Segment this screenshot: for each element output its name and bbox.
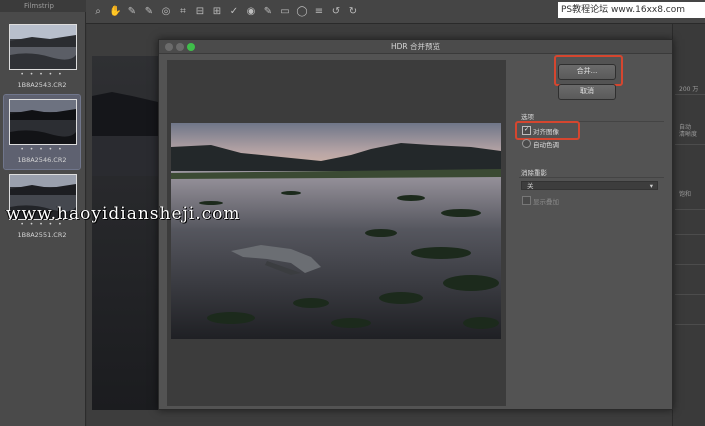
show-overlay-checkbox[interactable] bbox=[522, 196, 531, 205]
right-adjustment-panel: 200 万 自动 清晰度 饱和 bbox=[672, 24, 705, 426]
divider bbox=[675, 294, 705, 295]
preferences-icon[interactable]: ≡ bbox=[313, 6, 325, 18]
spot-removal-icon[interactable]: ✓ bbox=[228, 6, 240, 18]
divider bbox=[675, 234, 705, 235]
adjustment-brush-icon[interactable]: ✎ bbox=[262, 6, 274, 18]
thumbnail-filename: 1B8A2546.CR2 bbox=[17, 156, 67, 164]
panel-label: 饱和 bbox=[679, 191, 692, 198]
thumbnail-filename: 1B8A2543.CR2 bbox=[17, 81, 67, 89]
hdr-preview-pane bbox=[167, 60, 506, 406]
show-overlay-label: 显示叠加 bbox=[533, 198, 559, 206]
color-sampler-icon[interactable]: ✎ bbox=[143, 6, 155, 18]
hdr-preview-image bbox=[171, 123, 501, 339]
dialog-titlebar[interactable]: HDR 合并预览 bbox=[159, 40, 672, 54]
filmstrip-header: Filmstrip bbox=[0, 0, 86, 12]
graduated-filter-icon[interactable]: ▭ bbox=[279, 6, 291, 18]
filmstrip-item-selected[interactable]: • • • • • 1B8A2546.CR2 bbox=[3, 94, 81, 170]
highlight-callout bbox=[554, 55, 623, 86]
divider bbox=[675, 264, 705, 265]
divider bbox=[519, 177, 664, 178]
radial-filter-icon[interactable]: ◯ bbox=[296, 6, 308, 18]
panel-label: 200 万 bbox=[679, 86, 699, 93]
highlight-callout bbox=[515, 121, 580, 140]
white-balance-icon[interactable]: ✎ bbox=[126, 6, 138, 18]
cancel-button[interactable]: 取消 bbox=[558, 84, 616, 100]
straighten-icon[interactable]: ⊟ bbox=[194, 6, 206, 18]
forum-watermark: PS教程论坛 www.16xx8.com bbox=[558, 2, 705, 18]
site-watermark: www.haoyidiansheji.com bbox=[6, 204, 241, 224]
deghost-value: 关 bbox=[527, 182, 534, 190]
divider bbox=[675, 209, 705, 210]
target-adjust-icon[interactable]: ◎ bbox=[160, 6, 172, 18]
auto-tone-checkbox[interactable] bbox=[522, 139, 531, 148]
thumbnail-image bbox=[9, 99, 77, 145]
auto-tone-label: 自动色调 bbox=[533, 141, 559, 149]
thumbnail-filename: 1B8A2551.CR2 bbox=[17, 231, 67, 239]
divider bbox=[675, 324, 705, 325]
background-image-preview bbox=[92, 56, 158, 410]
zoom-icon[interactable]: ⌕ bbox=[92, 6, 104, 18]
divider bbox=[675, 94, 705, 95]
red-eye-icon[interactable]: ◉ bbox=[245, 6, 257, 18]
filmstrip-item[interactable]: • • • • • 1B8A2543.CR2 bbox=[4, 20, 80, 94]
chevron-down-icon: ▾ bbox=[649, 182, 653, 190]
crop-icon[interactable]: ⌗ bbox=[177, 6, 189, 18]
thumbnail-image bbox=[9, 24, 77, 70]
rotate-right-icon[interactable]: ↻ bbox=[347, 6, 359, 18]
divider bbox=[675, 144, 705, 145]
deghost-select[interactable]: 关 ▾ bbox=[521, 181, 658, 190]
hand-icon[interactable]: ✋ bbox=[109, 6, 121, 18]
rating-stars[interactable]: • • • • • bbox=[4, 146, 80, 153]
dialog-title: HDR 合并预览 bbox=[390, 42, 440, 51]
deghost-heading: 消除重影 bbox=[521, 169, 547, 177]
rating-stars[interactable]: • • • • • bbox=[4, 71, 80, 78]
panel-label: 清晰度 bbox=[679, 131, 698, 138]
transform-icon[interactable]: ⊞ bbox=[211, 6, 223, 18]
rotate-left-icon[interactable]: ↺ bbox=[330, 6, 342, 18]
hdr-merge-preview-dialog: HDR 合并预览 合并... 取消 选项 ✓ 对齐图像 自动色调 消除重影 关 … bbox=[158, 39, 673, 410]
options-heading: 选项 bbox=[521, 113, 534, 121]
